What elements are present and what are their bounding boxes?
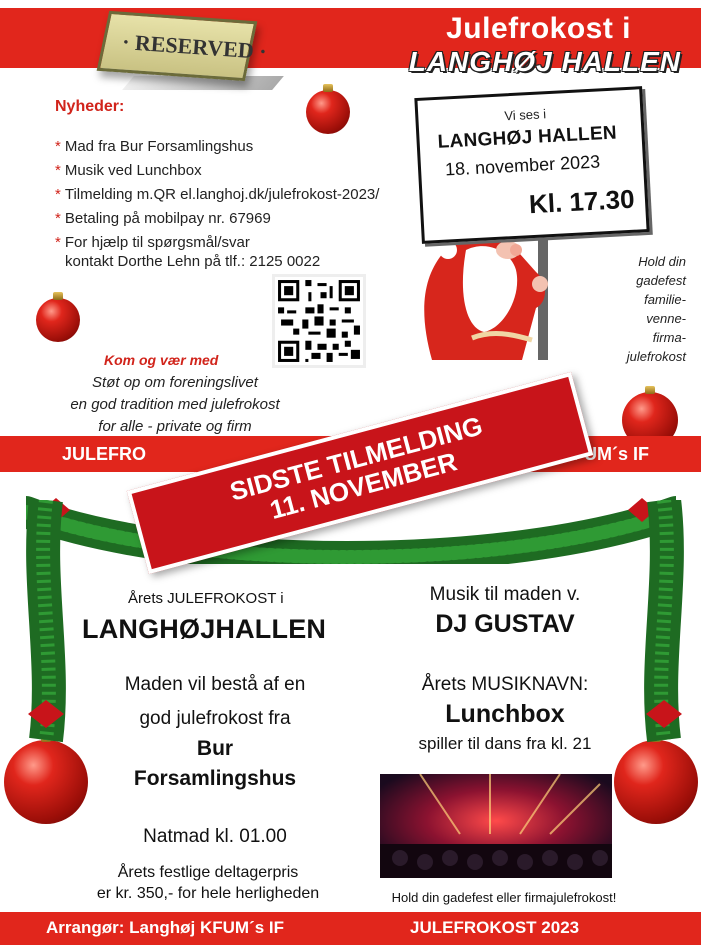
band-name: Lunchbox — [445, 700, 565, 728]
hold-din-text: Hold din gadefest familie- venne- firma-… — [626, 254, 686, 364]
middle-band-left-text: JULEFRO — [62, 444, 147, 464]
dj-name: DJ GUSTAV — [435, 610, 575, 638]
band-intro: Årets MUSIKNAVN: — [421, 674, 589, 695]
list-item: * Mad fra Bur Forsamlingshus — [55, 138, 254, 155]
sign-time-text: Kl. 17.30 — [528, 183, 636, 220]
price-text: Årets festlige deltagerpris er kr. 350,-… — [96, 864, 320, 902]
footer-event: JULEFROKOST 2023 — [410, 918, 580, 937]
garland-left-icon — [26, 500, 66, 743]
garland-right-icon — [644, 500, 684, 743]
qr-code-icon[interactable] — [272, 274, 366, 368]
band-playing-time: spiller til dans fra kl. 21 — [418, 734, 592, 753]
header-title-line2: LANGHØJ HALLEN — [408, 46, 681, 77]
list-item: * For hjælp til spørgsmål/svar kontakt Dor… — [55, 234, 321, 270]
footer-organizer: Arrangør: Langhøj KFUM´s IF — [46, 918, 284, 937]
sign-date-text: 18. november 2023 — [444, 151, 601, 180]
sign-vises-text: Vi ses i — [503, 106, 547, 124]
photo-caption: Hold din gadefest eller firmajulefrokost… — [391, 890, 617, 905]
music-intro: Musik til maden v. — [429, 584, 581, 605]
list-item: * Musik ved Lunchbox — [55, 162, 202, 179]
sign-hallen-text: LANGHØJ HALLEN — [437, 122, 618, 153]
christmas-ornament-icon — [36, 292, 80, 342]
night-snack-text: Natmad kl. 01.00 — [143, 826, 287, 847]
reserved-sign: · RESERVED · — [88, 10, 288, 102]
caterer-name: Bur Forsamlingshus — [133, 737, 297, 790]
come-join-text: Støt op om foreningslivet en god traditi… — [70, 374, 280, 435]
come-join-title: Kom og vær med — [104, 352, 219, 368]
list-item: * Tilmelding m.QR el.langhoj.dk/julefroko… — [55, 186, 380, 203]
concert-photo-icon — [380, 774, 612, 878]
food-description: Maden vil bestå af en god julefrokost fr… — [124, 674, 306, 729]
event-sign: Vi ses i LANGHØJ HALLEN 18. november 202… — [414, 86, 650, 244]
list-item: * Betaling på mobilpay nr. 67969 — [55, 210, 271, 227]
christmas-ornament-icon — [306, 84, 350, 134]
julefrokost-subtitle: Årets JULEFROKOST i — [128, 590, 284, 607]
news-title: Nyheder: — [55, 98, 125, 115]
header-title-line1: Julefrokost i — [446, 12, 631, 45]
news-list: * Mad fra Bur Forsamlingshus * Musik ved L… — [55, 138, 379, 277]
hall-name: LANGHØJHALLEN — [82, 614, 327, 644]
